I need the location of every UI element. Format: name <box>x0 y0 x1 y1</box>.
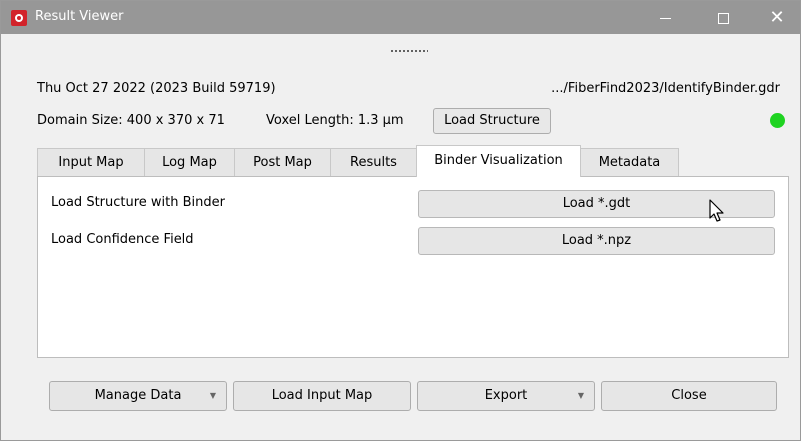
export-dropdown[interactable]: Export ▼ <box>417 381 595 411</box>
load-confidence-field-label: Load Confidence Field <box>51 232 194 247</box>
export-label: Export <box>484 388 528 403</box>
minimize-icon <box>659 18 671 19</box>
file-path-label: .../FiberFind2023/IdentifyBinder.gdr <box>551 81 780 96</box>
binder-visualization-panel: Load Structure with Binder Load *.gdt Lo… <box>37 176 789 358</box>
tab-log-map[interactable]: Log Map <box>144 148 235 177</box>
minimize-button[interactable] <box>642 1 688 34</box>
chevron-down-icon: ▼ <box>577 391 584 400</box>
close-window-button[interactable]: ✕ <box>754 1 800 34</box>
load-input-map-button[interactable]: Load Input Map <box>233 381 411 411</box>
load-structure-button[interactable]: Load Structure <box>433 108 551 134</box>
tab-post-map[interactable]: Post Map <box>234 148 331 177</box>
chevron-down-icon: ▼ <box>209 391 216 400</box>
mouse-cursor-icon <box>709 199 724 222</box>
load-npz-button[interactable]: Load *.npz <box>418 227 775 255</box>
tab-results[interactable]: Results <box>330 148 417 177</box>
maximize-icon <box>717 13 729 24</box>
tab-input-map[interactable]: Input Map <box>37 148 145 177</box>
tab-metadata[interactable]: Metadata <box>580 148 679 177</box>
voxel-length-label: Voxel Length: 1.3 µm <box>266 113 404 128</box>
status-indicator <box>770 113 785 128</box>
manage-data-dropdown[interactable]: Manage Data ▼ <box>49 381 227 411</box>
window-title: Result Viewer <box>35 9 124 24</box>
load-structure-with-binder-label: Load Structure with Binder <box>51 195 226 210</box>
date-build-label: Thu Oct 27 2022 (2023 Build 59719) <box>37 81 276 96</box>
manage-data-label: Manage Data <box>94 388 182 403</box>
close-button[interactable]: Close <box>601 381 777 411</box>
tab-binder-visualization[interactable]: Binder Visualization <box>416 145 581 177</box>
domain-size-label: Domain Size: 400 x 370 x 71 <box>37 113 225 128</box>
title-bar[interactable]: Result Viewer ✕ <box>1 1 800 34</box>
app-logo-icon <box>11 10 27 26</box>
maximize-button[interactable] <box>700 1 746 34</box>
splitter-grip-handle[interactable] <box>390 49 428 53</box>
result-viewer-window: Result Viewer ✕ Thu Oct 27 2022 (2023 Bu… <box>0 0 801 441</box>
